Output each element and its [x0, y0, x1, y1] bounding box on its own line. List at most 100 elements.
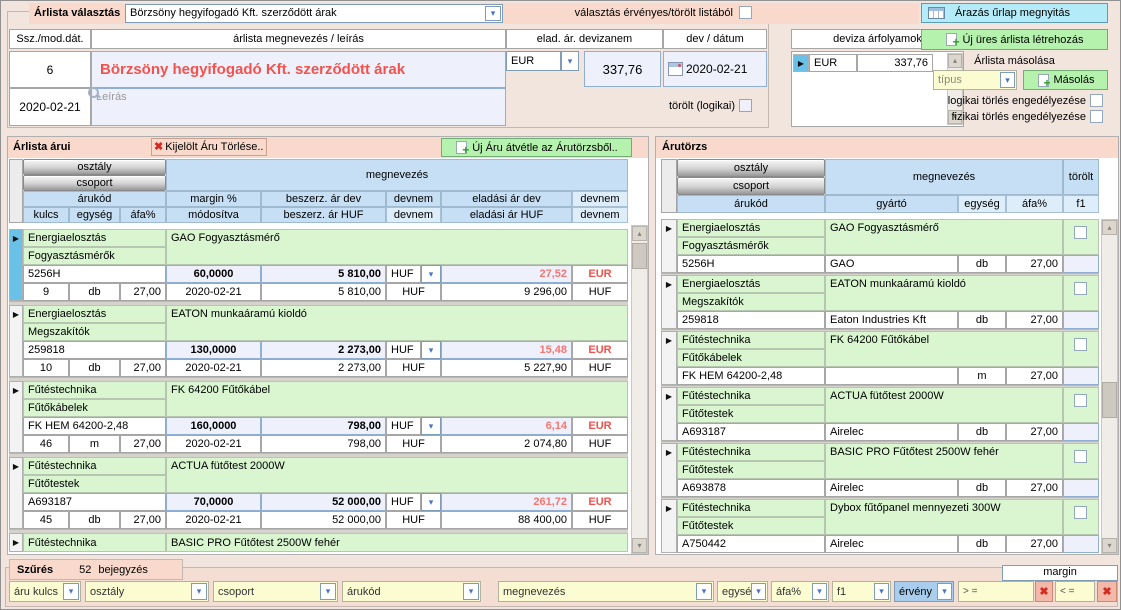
cell-arukod[interactable]: 259818 [677, 311, 825, 329]
row-selector[interactable] [9, 457, 23, 529]
row-selector[interactable] [661, 443, 677, 497]
copy-type-select[interactable]: típus [933, 70, 1017, 90]
row-selector[interactable] [9, 305, 23, 377]
copy-button[interactable]: Másolás [1023, 70, 1108, 90]
chevron-down-icon[interactable] [421, 265, 441, 283]
table-row[interactable]: Fűtéstechnika BASIC PRO Fűtőtest 2500W f… [9, 533, 628, 552]
scroll-up-icon[interactable] [632, 226, 647, 241]
torolt-checkbox[interactable] [1074, 394, 1087, 407]
cell-eladasi-dev[interactable]: 261,72 [441, 493, 572, 511]
chevron-down-icon[interactable] [63, 583, 79, 600]
chevron-down-icon[interactable] [751, 583, 766, 600]
chevron-down-icon[interactable] [696, 583, 712, 600]
scrollbar-thumb[interactable] [632, 243, 647, 269]
cell-gyarto[interactable]: GAO [825, 255, 958, 273]
cell-arukod[interactable]: A693187 [23, 493, 166, 511]
cell-devnem1[interactable]: HUF [386, 417, 421, 435]
valid-deleted-checkbox[interactable] [739, 6, 752, 19]
filter-csoport[interactable]: csoport [213, 581, 338, 602]
deleted-logical-checkbox[interactable] [739, 99, 752, 112]
torolt-checkbox[interactable] [1074, 226, 1087, 239]
row-selector[interactable] [9, 381, 23, 453]
cell-arukod[interactable]: A750442 [677, 535, 825, 553]
price-list-select[interactable]: Börzsöny hegyifogadó Kft. szerződött ára… [125, 4, 503, 23]
cell-eladasi-dev[interactable]: 6,14 [441, 417, 572, 435]
cell-margin[interactable]: 130,0000 [166, 341, 261, 359]
cell-devnem1[interactable]: HUF [386, 265, 421, 283]
cell-devnem1[interactable]: HUF [386, 493, 421, 511]
right-grid-scrollbar[interactable] [1101, 219, 1118, 554]
cell-arukod[interactable]: FK HEM 64200-2,48 [677, 367, 825, 385]
table-row[interactable]: Energiaelosztás EATON munkaáramú kioldó … [661, 275, 1099, 329]
scroll-down-icon[interactable] [1102, 538, 1117, 553]
open-pricing-form-button[interactable]: Árazás űrlap megnyitás [921, 3, 1108, 23]
cell-gyarto[interactable] [825, 367, 958, 385]
currency-select[interactable]: EUR [506, 51, 561, 71]
add-item-from-catalog-button[interactable]: Új Áru átvétle az Árutörzsből.. [441, 138, 632, 157]
cell-arukod[interactable]: A693878 [677, 479, 825, 497]
chevron-down-icon[interactable] [485, 6, 501, 21]
cell-margin[interactable]: 60,0000 [166, 265, 261, 283]
row-selector[interactable] [661, 499, 677, 553]
torolt-checkbox[interactable] [1074, 506, 1087, 519]
cell-eladasi-dev[interactable]: 15,48 [441, 341, 572, 359]
logical-delete-checkbox[interactable] [1090, 94, 1103, 107]
fx-code[interactable]: EUR [809, 54, 857, 72]
row-selector[interactable] [661, 331, 677, 385]
cell-beszerz-dev[interactable]: 2 273,00 [261, 341, 386, 359]
margin-gte-input[interactable]: > = [958, 581, 1034, 602]
cell-eladasi-dev[interactable]: 27,52 [441, 265, 572, 283]
row-selector[interactable] [9, 533, 23, 552]
calendar-icon[interactable] [668, 62, 683, 76]
cell-beszerz-dev[interactable]: 5 810,00 [261, 265, 386, 283]
filter-megnevezes[interactable]: megnevezés [498, 581, 714, 602]
cell-beszerz-dev[interactable]: 798,00 [261, 417, 386, 435]
chevron-down-icon[interactable] [463, 583, 479, 600]
row-selector[interactable] [9, 229, 23, 301]
torolt-checkbox[interactable] [1074, 450, 1087, 463]
cell-arukod[interactable]: 5256H [23, 265, 166, 283]
scroll-up-icon[interactable] [1102, 220, 1117, 235]
filter-afa[interactable]: áfa% [771, 581, 829, 602]
clear-lte-button[interactable] [1097, 581, 1117, 602]
right-header-osztaly[interactable]: osztály [677, 159, 825, 177]
scrollbar-thumb[interactable] [1102, 382, 1117, 418]
chevron-down-icon[interactable] [421, 417, 441, 435]
chevron-down-icon[interactable] [561, 51, 579, 71]
filter-egyseg[interactable]: egység [717, 581, 768, 602]
description-field[interactable]: Leírás [91, 88, 506, 126]
table-row[interactable]: Energiaelosztás EATON munkaáramú kioldó … [9, 305, 628, 377]
filter-osztaly[interactable]: osztály [85, 581, 209, 602]
table-row[interactable]: Fűtéstechnika ACTUA fütőtest 2000W Fűtőt… [9, 457, 628, 529]
filter-arukod[interactable]: árukód [342, 581, 481, 602]
right-header-csoport[interactable]: csoport [677, 177, 825, 195]
cell-beszerz-dev[interactable]: 52 000,00 [261, 493, 386, 511]
cell-gyarto[interactable]: Airelec [825, 423, 958, 441]
rate-field[interactable]: 337,76 [584, 51, 661, 87]
chevron-down-icon[interactable] [812, 583, 827, 600]
filter-f1[interactable]: f1 [832, 581, 891, 602]
cell-arukod[interactable]: 5256H [677, 255, 825, 273]
cell-margin[interactable]: 70,0000 [166, 493, 261, 511]
row-selector[interactable] [661, 219, 677, 273]
table-row[interactable]: Fűtéstechnika BASIC PRO Fűtőtest 2500W f… [661, 443, 1099, 497]
table-row[interactable]: Fűtéstechnika FK 64200 Fűtőkábel Fűtőkáb… [661, 331, 1099, 385]
chevron-down-icon[interactable] [874, 583, 889, 600]
cell-gyarto[interactable]: Airelec [825, 535, 958, 553]
cell-arukod[interactable]: 259818 [23, 341, 166, 359]
date-field[interactable]: 2020-02-21 [663, 51, 767, 87]
fx-row-selector[interactable] [793, 54, 809, 72]
left-header-osztaly[interactable]: osztály [23, 159, 166, 175]
cell-gyarto[interactable]: Eaton Industries Kft [825, 311, 958, 329]
scroll-down-icon[interactable] [632, 538, 647, 553]
chevron-down-icon[interactable] [320, 583, 336, 600]
cell-devnem1[interactable]: HUF [386, 341, 421, 359]
chevron-down-icon[interactable] [1000, 72, 1015, 88]
left-header-csoport[interactable]: csoport [23, 175, 166, 191]
torolt-checkbox[interactable] [1074, 338, 1087, 351]
filter-aru-kulcs[interactable]: áru kulcs [9, 581, 81, 602]
delete-selected-item-button[interactable]: Kijelölt Áru Törlése.. [151, 138, 267, 156]
row-selector[interactable] [661, 387, 677, 441]
chevron-down-icon[interactable] [421, 493, 441, 511]
cell-gyarto[interactable]: Airelec [825, 479, 958, 497]
